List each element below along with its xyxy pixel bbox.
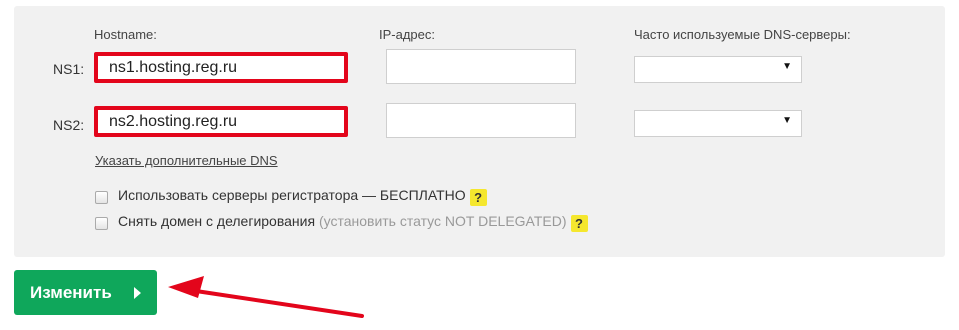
annotation-arrow-icon <box>168 276 364 318</box>
